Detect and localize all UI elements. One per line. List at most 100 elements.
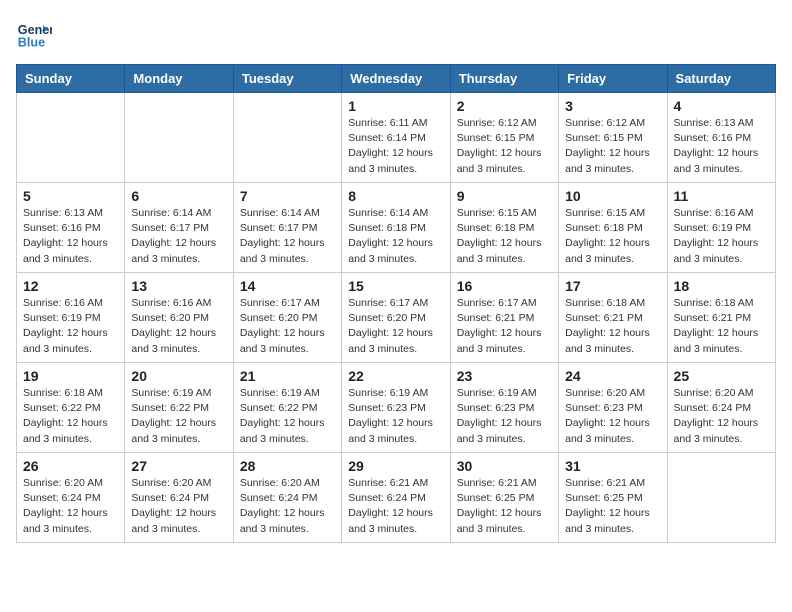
calendar-cell: 23 Sunrise: 6:19 AMSunset: 6:23 PMDayligh…	[450, 363, 558, 453]
day-info: Sunrise: 6:20 AMSunset: 6:23 PMDaylight:…	[565, 386, 660, 447]
calendar-cell: 29 Sunrise: 6:21 AMSunset: 6:24 PMDayligh…	[342, 453, 450, 543]
weekday-header-saturday: Saturday	[667, 65, 775, 93]
calendar-cell: 2 Sunrise: 6:12 AMSunset: 6:15 PMDaylight…	[450, 93, 558, 183]
calendar-cell: 19 Sunrise: 6:18 AMSunset: 6:22 PMDayligh…	[17, 363, 125, 453]
day-info: Sunrise: 6:16 AMSunset: 6:19 PMDaylight:…	[674, 206, 769, 267]
day-number: 5	[23, 188, 118, 204]
page-header: General Blue	[16, 16, 776, 52]
day-info: Sunrise: 6:15 AMSunset: 6:18 PMDaylight:…	[565, 206, 660, 267]
day-info: Sunrise: 6:20 AMSunset: 6:24 PMDaylight:…	[23, 476, 118, 537]
calendar-cell: 15 Sunrise: 6:17 AMSunset: 6:20 PMDayligh…	[342, 273, 450, 363]
weekday-header-thursday: Thursday	[450, 65, 558, 93]
logo: General Blue	[16, 16, 56, 52]
day-info: Sunrise: 6:16 AMSunset: 6:19 PMDaylight:…	[23, 296, 118, 357]
week-row-1: 1 Sunrise: 6:11 AMSunset: 6:14 PMDaylight…	[17, 93, 776, 183]
day-number: 27	[131, 458, 226, 474]
week-row-2: 5 Sunrise: 6:13 AMSunset: 6:16 PMDaylight…	[17, 183, 776, 273]
day-number: 13	[131, 278, 226, 294]
calendar-cell: 10 Sunrise: 6:15 AMSunset: 6:18 PMDayligh…	[559, 183, 667, 273]
calendar-cell: 25Sunrise: 6:20 AMSunset: 6:24 PMDayligh…	[667, 363, 775, 453]
day-number: 11	[674, 188, 769, 204]
calendar-cell: 8 Sunrise: 6:14 AMSunset: 6:18 PMDaylight…	[342, 183, 450, 273]
day-number: 1	[348, 98, 443, 114]
calendar-cell: 26 Sunrise: 6:20 AMSunset: 6:24 PMDayligh…	[17, 453, 125, 543]
day-number: 19	[23, 368, 118, 384]
day-number: 26	[23, 458, 118, 474]
day-number: 10	[565, 188, 660, 204]
day-info: Sunrise: 6:17 AMSunset: 6:20 PMDaylight:…	[240, 296, 335, 357]
day-number: 17	[565, 278, 660, 294]
logo-icon: General Blue	[16, 16, 52, 52]
day-info: Sunrise: 6:13 AMSunset: 6:16 PMDaylight:…	[23, 206, 118, 267]
calendar-cell: 11 Sunrise: 6:16 AMSunset: 6:19 PMDayligh…	[667, 183, 775, 273]
week-row-4: 19 Sunrise: 6:18 AMSunset: 6:22 PMDayligh…	[17, 363, 776, 453]
day-number: 23	[457, 368, 552, 384]
calendar-cell: 16 Sunrise: 6:17 AMSunset: 6:21 PMDayligh…	[450, 273, 558, 363]
day-number: 25	[674, 368, 769, 384]
calendar-cell: 18Sunrise: 6:18 AMSunset: 6:21 PMDayligh…	[667, 273, 775, 363]
calendar-cell	[233, 93, 341, 183]
calendar-cell: 24Sunrise: 6:20 AMSunset: 6:23 PMDayligh…	[559, 363, 667, 453]
calendar-cell: 12 Sunrise: 6:16 AMSunset: 6:19 PMDayligh…	[17, 273, 125, 363]
calendar-cell	[667, 453, 775, 543]
calendar-cell: 1 Sunrise: 6:11 AMSunset: 6:14 PMDaylight…	[342, 93, 450, 183]
day-info: Sunrise: 6:18 AMSunset: 6:22 PMDaylight:…	[23, 386, 118, 447]
weekday-header-monday: Monday	[125, 65, 233, 93]
calendar-cell	[17, 93, 125, 183]
calendar-cell: 17 Sunrise: 6:18 AMSunset: 6:21 PMDayligh…	[559, 273, 667, 363]
calendar-cell: 27 Sunrise: 6:20 AMSunset: 6:24 PMDayligh…	[125, 453, 233, 543]
day-number: 21	[240, 368, 335, 384]
day-number: 31	[565, 458, 660, 474]
day-info: Sunrise: 6:17 AMSunset: 6:21 PMDaylight:…	[457, 296, 552, 357]
day-number: 2	[457, 98, 552, 114]
day-info: Sunrise: 6:14 AMSunset: 6:18 PMDaylight:…	[348, 206, 443, 267]
day-info: Sunrise: 6:18 AMSunset: 6:21 PMDaylight:…	[565, 296, 660, 357]
calendar-cell: 13 Sunrise: 6:16 AMSunset: 6:20 PMDayligh…	[125, 273, 233, 363]
weekday-header-tuesday: Tuesday	[233, 65, 341, 93]
weekday-header-sunday: Sunday	[17, 65, 125, 93]
day-number: 20	[131, 368, 226, 384]
day-number: 16	[457, 278, 552, 294]
day-info: Sunrise: 6:21 AMSunset: 6:24 PMDaylight:…	[348, 476, 443, 537]
day-info: Sunrise: 6:14 AMSunset: 6:17 PMDaylight:…	[131, 206, 226, 267]
calendar-cell: 14 Sunrise: 6:17 AMSunset: 6:20 PMDayligh…	[233, 273, 341, 363]
day-number: 6	[131, 188, 226, 204]
week-row-5: 26 Sunrise: 6:20 AMSunset: 6:24 PMDayligh…	[17, 453, 776, 543]
day-number: 29	[348, 458, 443, 474]
day-number: 28	[240, 458, 335, 474]
calendar-cell: 5 Sunrise: 6:13 AMSunset: 6:16 PMDaylight…	[17, 183, 125, 273]
day-number: 7	[240, 188, 335, 204]
day-number: 12	[23, 278, 118, 294]
day-number: 30	[457, 458, 552, 474]
calendar-cell: 30 Sunrise: 6:21 AMSunset: 6:25 PMDayligh…	[450, 453, 558, 543]
day-number: 15	[348, 278, 443, 294]
day-info: Sunrise: 6:19 AMSunset: 6:22 PMDaylight:…	[131, 386, 226, 447]
day-info: Sunrise: 6:18 AMSunset: 6:21 PMDaylight:…	[674, 296, 769, 357]
calendar-cell: 28Sunrise: 6:20 AMSunset: 6:24 PMDayligh…	[233, 453, 341, 543]
calendar-cell	[125, 93, 233, 183]
day-info: Sunrise: 6:20 AMSunset: 6:24 PMDaylight:…	[131, 476, 226, 537]
day-info: Sunrise: 6:11 AMSunset: 6:14 PMDaylight:…	[348, 116, 443, 177]
calendar-table: SundayMondayTuesdayWednesdayThursdayFrid…	[16, 64, 776, 543]
day-info: Sunrise: 6:14 AMSunset: 6:17 PMDaylight:…	[240, 206, 335, 267]
calendar-cell: 3Sunrise: 6:12 AMSunset: 6:15 PMDaylight…	[559, 93, 667, 183]
day-info: Sunrise: 6:12 AMSunset: 6:15 PMDaylight:…	[457, 116, 552, 177]
calendar-cell: 22Sunrise: 6:19 AMSunset: 6:23 PMDayligh…	[342, 363, 450, 453]
day-info: Sunrise: 6:15 AMSunset: 6:18 PMDaylight:…	[457, 206, 552, 267]
day-info: Sunrise: 6:13 AMSunset: 6:16 PMDaylight:…	[674, 116, 769, 177]
day-info: Sunrise: 6:21 AMSunset: 6:25 PMDaylight:…	[457, 476, 552, 537]
day-number: 22	[348, 368, 443, 384]
day-info: Sunrise: 6:17 AMSunset: 6:20 PMDaylight:…	[348, 296, 443, 357]
day-number: 3	[565, 98, 660, 114]
day-number: 8	[348, 188, 443, 204]
calendar-cell: 6 Sunrise: 6:14 AMSunset: 6:17 PMDaylight…	[125, 183, 233, 273]
weekday-header-friday: Friday	[559, 65, 667, 93]
calendar-cell: 9Sunrise: 6:15 AMSunset: 6:18 PMDaylight…	[450, 183, 558, 273]
day-info: Sunrise: 6:19 AMSunset: 6:23 PMDaylight:…	[457, 386, 552, 447]
calendar-cell: 31Sunrise: 6:21 AMSunset: 6:25 PMDayligh…	[559, 453, 667, 543]
week-row-3: 12 Sunrise: 6:16 AMSunset: 6:19 PMDayligh…	[17, 273, 776, 363]
day-info: Sunrise: 6:19 AMSunset: 6:22 PMDaylight:…	[240, 386, 335, 447]
day-info: Sunrise: 6:16 AMSunset: 6:20 PMDaylight:…	[131, 296, 226, 357]
day-number: 14	[240, 278, 335, 294]
weekday-header-row: SundayMondayTuesdayWednesdayThursdayFrid…	[17, 65, 776, 93]
